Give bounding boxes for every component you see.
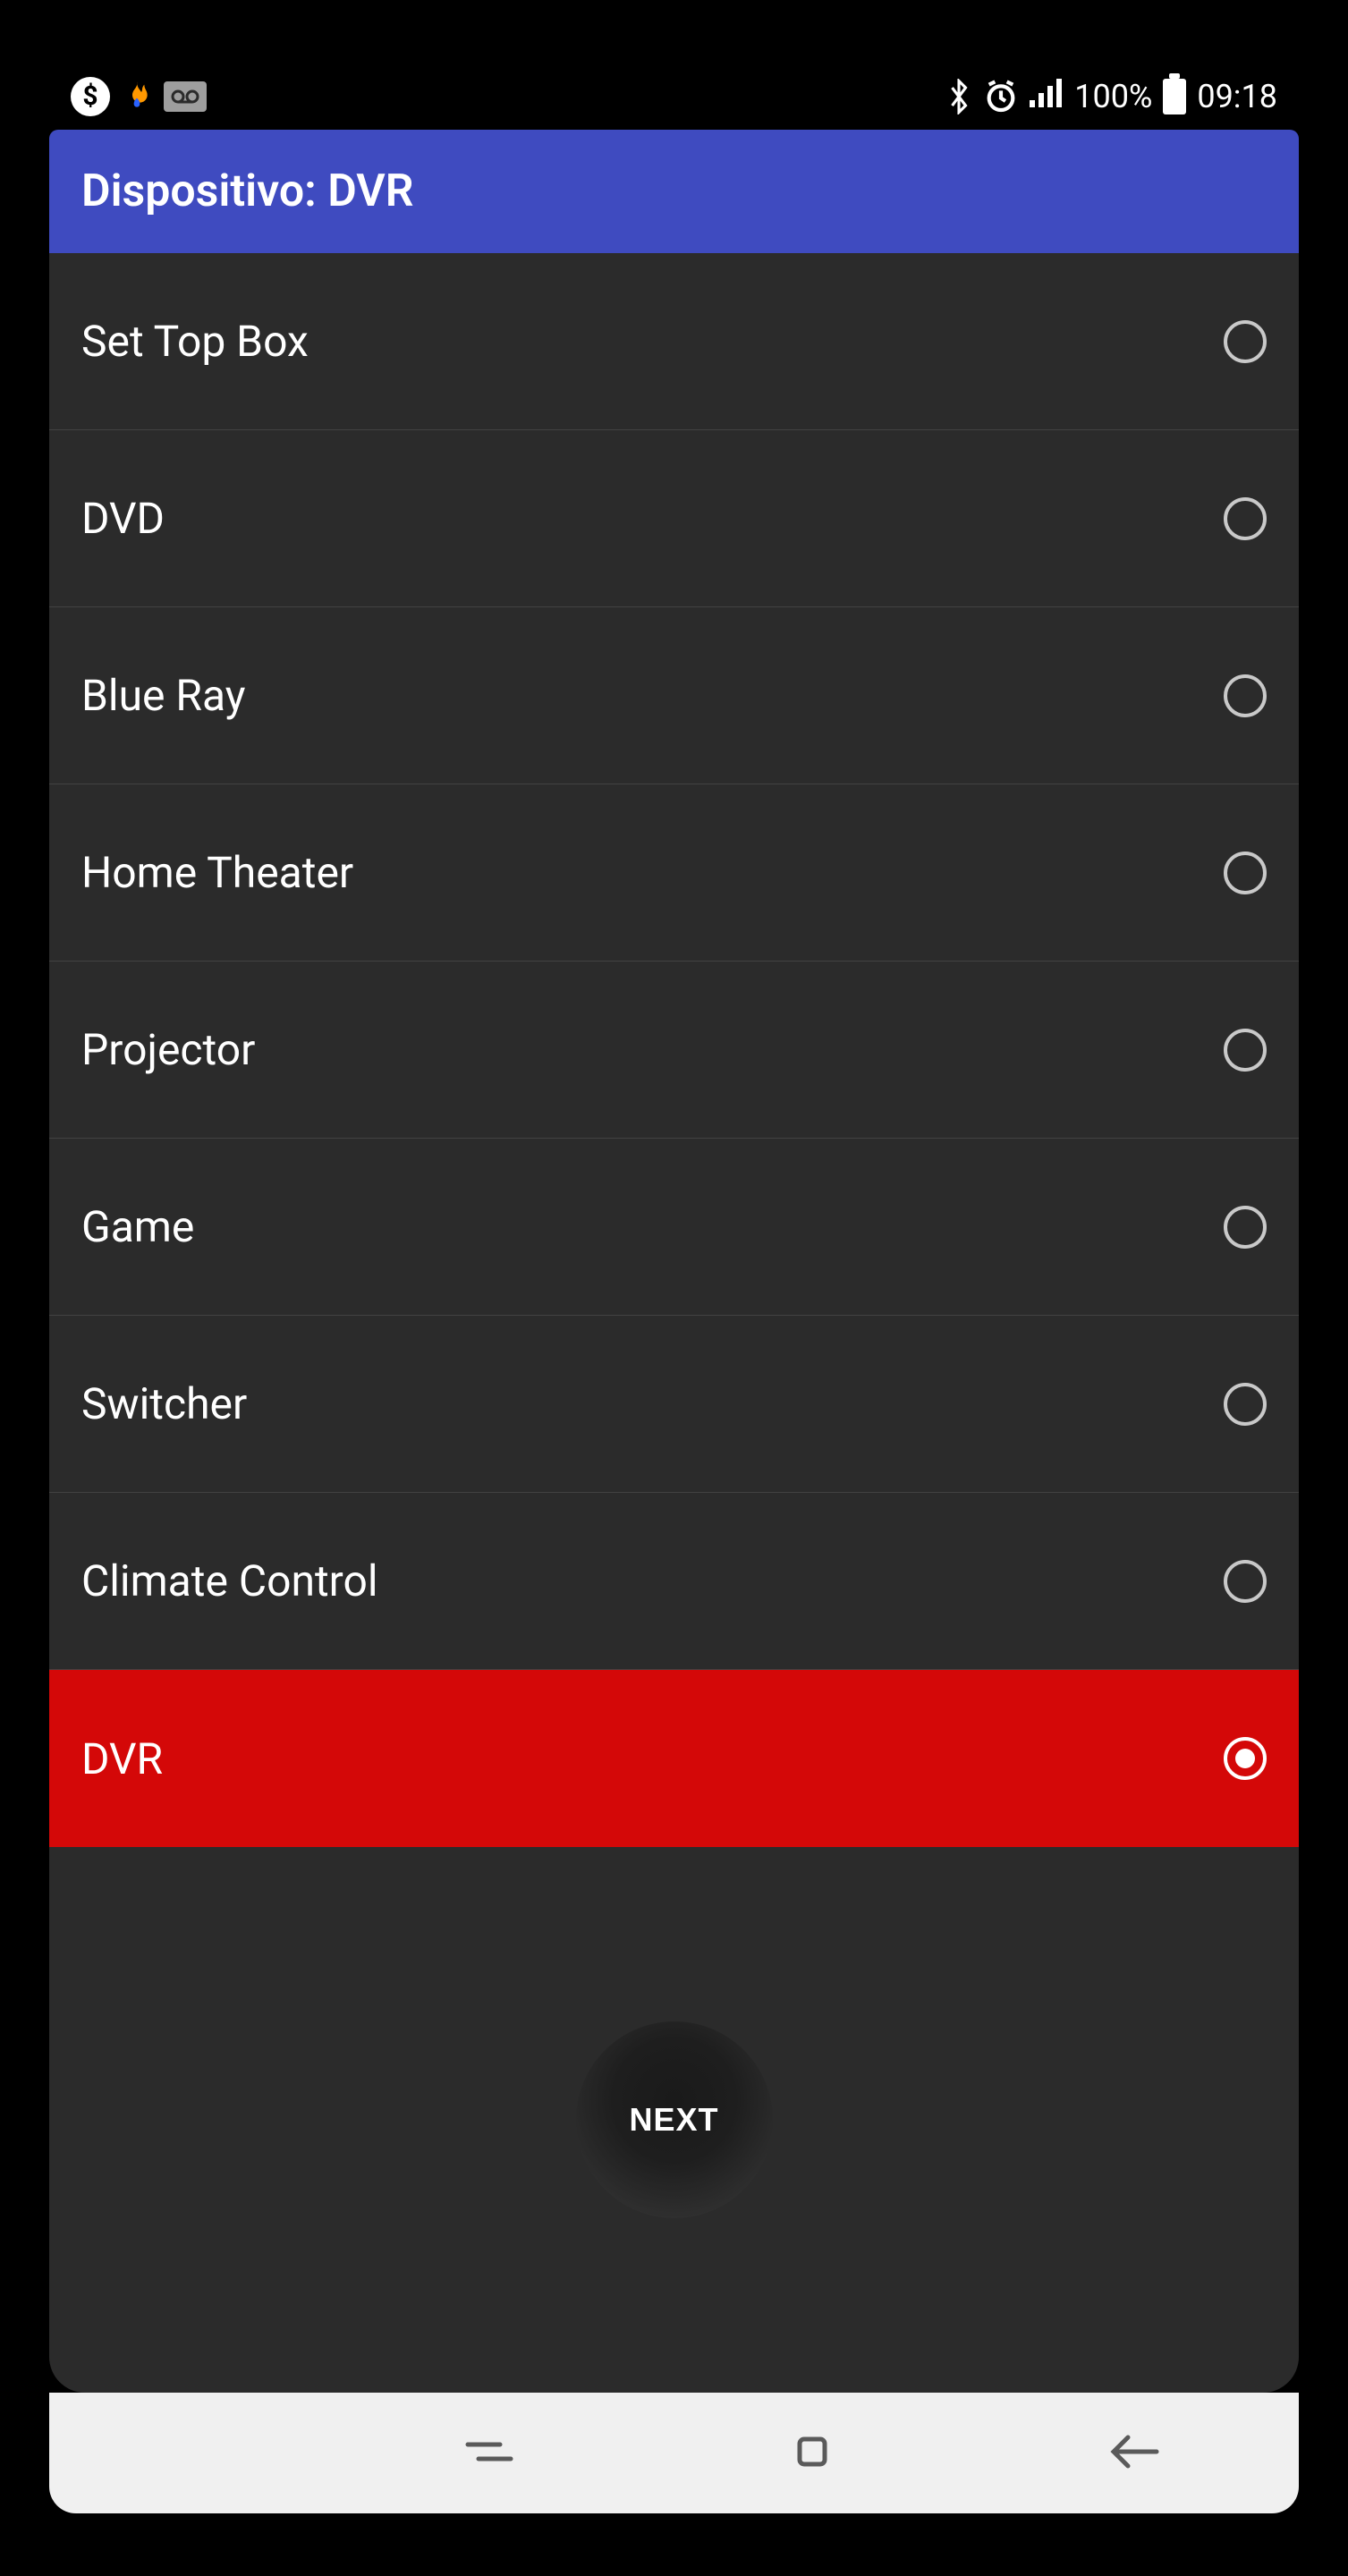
radio-icon: [1224, 1029, 1267, 1072]
screen: $ 100% 09:18: [49, 63, 1299, 2513]
flame-icon: [119, 79, 155, 114]
device-option-label: Switcher: [81, 1378, 247, 1429]
next-button-area: NEXT: [49, 1847, 1299, 2393]
status-left: $: [71, 77, 207, 116]
clock-text: 09:18: [1197, 78, 1277, 115]
device-option[interactable]: Blue Ray: [49, 607, 1299, 784]
radio-icon: [1224, 320, 1267, 363]
nav-recents-icon[interactable]: [464, 2434, 514, 2473]
bluetooth-icon: [945, 79, 972, 114]
device-option[interactable]: Projector: [49, 962, 1299, 1139]
radio-icon: [1224, 1206, 1267, 1249]
battery-percent: 100%: [1074, 78, 1152, 115]
device-option-label: Blue Ray: [81, 670, 245, 721]
app-header: Dispositivo: DVR: [49, 130, 1299, 253]
radio-icon: [1224, 1383, 1267, 1426]
battery-icon: [1163, 79, 1186, 114]
device-frame: $ 100% 09:18: [0, 0, 1348, 2576]
device-option[interactable]: Home Theater: [49, 784, 1299, 962]
next-button-label: NEXT: [629, 2101, 718, 2138]
radio-icon: [1224, 497, 1267, 540]
nav-home-icon[interactable]: [791, 2430, 834, 2477]
status-bar: $ 100% 09:18: [49, 63, 1299, 130]
nav-back-icon[interactable]: [1110, 2432, 1160, 2475]
radio-icon: [1224, 1737, 1267, 1780]
voicemail-icon: [164, 81, 207, 112]
radio-icon: [1224, 1560, 1267, 1603]
device-option[interactable]: Set Top Box: [49, 253, 1299, 430]
device-option-label: Game: [81, 1201, 194, 1252]
content-area: Set Top Box DVD Blue Ray Home Theater Projec…: [49, 253, 1299, 2393]
device-option-list: Set Top Box DVD Blue Ray Home Theater Projec…: [49, 253, 1299, 1847]
dollar-icon: $: [71, 77, 110, 116]
radio-icon: [1224, 852, 1267, 894]
device-option-label: Set Top Box: [81, 316, 309, 367]
device-option-label: Projector: [81, 1024, 255, 1075]
signal-icon: [1030, 77, 1064, 115]
device-option[interactable]: DVR: [49, 1670, 1299, 1847]
device-option-label: Home Theater: [81, 847, 353, 898]
device-option[interactable]: Game: [49, 1139, 1299, 1316]
alarm-icon: [983, 79, 1019, 114]
next-button[interactable]: NEXT: [576, 2021, 773, 2218]
navigation-bar: [49, 2393, 1299, 2513]
device-option-label: DVD: [81, 493, 165, 544]
radio-icon: [1224, 674, 1267, 717]
device-option-label: Climate Control: [81, 1555, 378, 1606]
device-option[interactable]: Climate Control: [49, 1493, 1299, 1670]
device-option[interactable]: DVD: [49, 430, 1299, 607]
page-title: Dispositivo: DVR: [81, 165, 413, 217]
device-option[interactable]: Switcher: [49, 1316, 1299, 1493]
status-right: 100% 09:18: [945, 77, 1277, 115]
device-option-label: DVR: [81, 1733, 163, 1784]
